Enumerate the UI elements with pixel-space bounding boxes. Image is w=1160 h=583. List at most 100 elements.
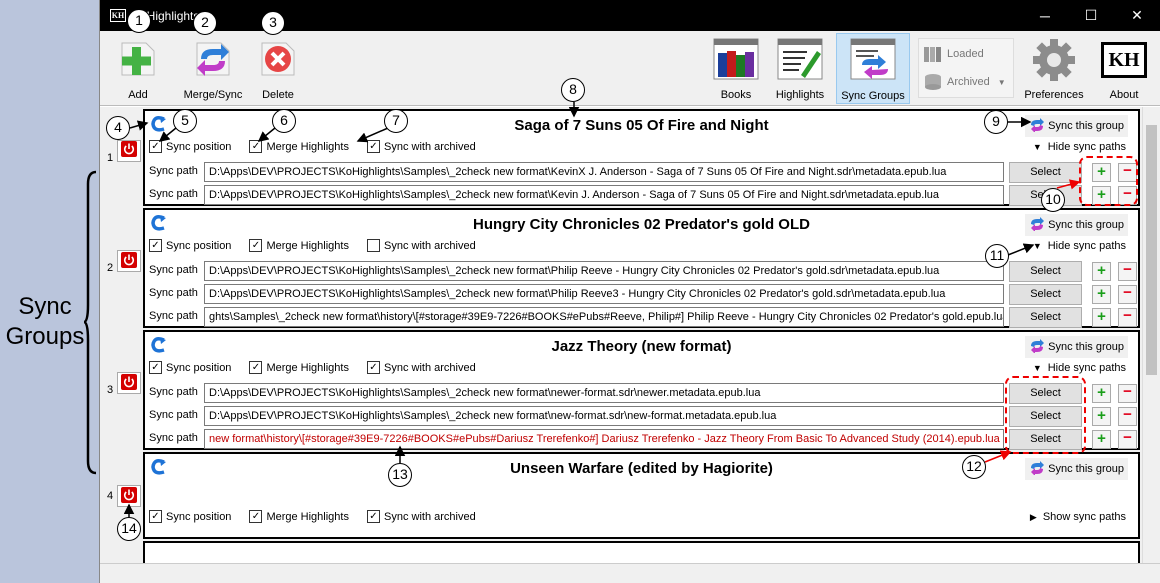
group-title: Unseen Warfare (edited by Hagiorite) [510, 460, 773, 477]
sync-path-label: Sync path [149, 409, 198, 421]
sync-icon [1029, 216, 1045, 234]
sync-path-row: Sync path D:\Apps\DEV\PROJECTS\KoHighligh… [149, 283, 1139, 306]
sync-path-field[interactable]: D:\Apps\DEV\PROJECTS\KoHighlights\Sample… [204, 185, 1004, 205]
sync-path-field[interactable]: D:\Apps\DEV\PROJECTS\KoHighlights\Sample… [204, 162, 1004, 182]
archived-dropdown-icon[interactable]: ▼ [998, 78, 1006, 87]
highlights-icon [777, 38, 823, 80]
merge-sync-button[interactable]: Merge/Sync [178, 33, 248, 103]
sync-position-checkbox[interactable]: ✓ [149, 361, 162, 374]
toggle-sync-paths[interactable]: ▼ Hide sync paths [1033, 240, 1126, 252]
sync-archived-label: Sync with archived [383, 510, 476, 523]
archived-option[interactable]: Archived ▼ [923, 73, 1006, 91]
sync-group-card: Hungry City Chronicles 02 Predator's gol… [143, 208, 1140, 328]
sync-groups-annotation: Sync Groups [5, 293, 85, 350]
toggle-sync-paths[interactable]: ▼ Hide sync paths [1033, 141, 1126, 153]
scrollbar-thumb[interactable] [1146, 125, 1157, 375]
about-button[interactable]: KH About [1096, 35, 1152, 103]
sync-groups-list: 1 Saga of 7 Suns 05 Of Fire and Night Sync… [100, 107, 1142, 567]
select-path-button[interactable]: Select [1009, 162, 1082, 183]
add-path-button[interactable]: + [1092, 262, 1111, 281]
status-bar [100, 563, 1160, 583]
sync-path-row: Sync path ghts\Samples\_2check new format… [149, 306, 1139, 329]
remove-path-button[interactable]: − [1118, 430, 1137, 449]
toggle-sync-paths[interactable]: ▼ Hide sync paths [1033, 362, 1126, 374]
group-number: 2 [106, 262, 114, 274]
brace-annotation [84, 170, 97, 475]
add-path-button[interactable]: + [1092, 308, 1111, 327]
remove-path-button[interactable]: − [1118, 285, 1137, 304]
sync-this-group-button[interactable]: Sync this group [1025, 115, 1128, 137]
merge-sync-icon [196, 42, 230, 76]
add-path-button[interactable]: + [1092, 285, 1111, 304]
callout-11: 11 [985, 244, 1009, 268]
preferences-button[interactable]: Preferences [1020, 35, 1088, 103]
sync-archived-checkbox[interactable]: ✓ [366, 140, 380, 153]
callout-10: 10 [1041, 188, 1065, 212]
group-enable-toggle[interactable] [117, 250, 141, 272]
sync-position-checkbox[interactable]: ✓ [149, 239, 162, 252]
sync-path-field[interactable]: D:\Apps\DEV\PROJECTS\KoHighlights\Sample… [204, 406, 1004, 426]
sync-path-row: Sync path D:\Apps\DEV\PROJECTS\KoHighligh… [149, 382, 1139, 405]
sync-this-group-label: Sync this group [1048, 341, 1124, 353]
group-options: ✓ Sync position ✓ Merge Highlights Sync with… [149, 239, 494, 252]
sync-path-label: Sync path [149, 165, 198, 177]
toggle-sync-paths[interactable]: ▶ Show sync paths [1030, 511, 1126, 523]
vertical-scrollbar[interactable] [1142, 107, 1160, 567]
callout-3: 3 [261, 11, 285, 35]
highlights-tab[interactable]: Highlights [770, 35, 830, 103]
callout-2: 2 [193, 11, 217, 35]
close-window-button[interactable]: ✕ [1114, 0, 1160, 31]
archived-label: Archived [947, 76, 990, 88]
select-path-button[interactable]: Select [1009, 307, 1082, 328]
books-tab[interactable]: Books [708, 35, 764, 103]
sync-path-field[interactable]: D:\Apps\DEV\PROJECTS\KoHighlights\Sample… [204, 261, 1004, 281]
add-button[interactable]: Add [108, 33, 168, 103]
group-number: 3 [106, 384, 114, 396]
sync-this-group-button[interactable]: Sync this group [1025, 336, 1128, 358]
group-enable-toggle[interactable] [117, 485, 141, 507]
sync-archived-checkbox[interactable]: ✓ [366, 361, 380, 374]
sync-position-checkbox[interactable]: ✓ [149, 140, 162, 153]
group-enable-toggle[interactable] [117, 139, 141, 162]
toggle-sync-paths-label: Hide sync paths [1047, 141, 1126, 153]
remove-path-button[interactable]: − [1118, 262, 1137, 281]
sync-this-group-button[interactable]: Sync this group [1025, 458, 1128, 480]
minimize-button[interactable]: ─ [1022, 0, 1068, 31]
sync-group-card: Jazz Theory (new format) Sync this group ✓… [143, 330, 1140, 450]
merge-highlights-checkbox[interactable]: ✓ [249, 239, 263, 252]
sync-path-field[interactable]: D:\Apps\DEV\PROJECTS\KoHighlights\Sample… [204, 383, 1004, 403]
sync-path-row: Sync path D:\Apps\DEV\PROJECTS\KoHighligh… [149, 405, 1139, 428]
sync-position-checkbox[interactable]: ✓ [149, 510, 162, 523]
sync-archived-checkbox[interactable] [366, 239, 380, 252]
delete-button[interactable]: Delete [250, 33, 306, 103]
callout-4: 4 [106, 116, 130, 140]
merge-highlights-checkbox[interactable]: ✓ [249, 510, 263, 523]
add-path-button[interactable]: + [1092, 384, 1111, 403]
sync-group-row: 3 Jazz Theory (new format) Sync this group… [100, 330, 1142, 450]
group-number: 4 [106, 489, 114, 502]
select-path-button[interactable]: Select [1009, 284, 1082, 305]
select-path-button[interactable]: Select [1009, 261, 1082, 282]
sync-group-card: Unseen Warfare (edited by Hagiorite) Sync… [143, 452, 1140, 539]
sync-archived-checkbox[interactable]: ✓ [366, 510, 380, 523]
sync-path-field[interactable]: D:\Apps\DEV\PROJECTS\KoHighlights\Sample… [204, 284, 1004, 304]
merge-highlights-checkbox[interactable]: ✓ [249, 140, 263, 153]
group-enable-toggle[interactable] [117, 372, 141, 394]
loaded-option[interactable]: Loaded [923, 45, 984, 63]
add-path-button[interactable]: + [1092, 407, 1111, 426]
toggle-sync-paths-label: Show sync paths [1042, 511, 1126, 523]
power-icon [121, 251, 137, 271]
sync-path-field[interactable]: new format\history\[#storage#39E9-7226#B… [204, 429, 1004, 449]
merge-highlights-checkbox[interactable]: ✓ [249, 361, 263, 374]
triangle-down-icon: ▼ [1032, 241, 1042, 251]
add-path-button[interactable]: + [1092, 430, 1111, 449]
remove-path-button[interactable]: − [1118, 407, 1137, 426]
remove-path-button[interactable]: − [1118, 384, 1137, 403]
sync-path-field[interactable]: ghts\Samples\_2check new format\history\… [204, 307, 1004, 327]
sync-this-group-button[interactable]: Sync this group [1025, 214, 1128, 236]
merge-highlights-label: Merge Highlights [266, 510, 349, 523]
sync-path-row: Sync path new format\history\[#storage#39… [149, 428, 1139, 451]
remove-path-button[interactable]: − [1118, 308, 1137, 327]
sync-groups-tab[interactable]: Sync Groups [836, 33, 910, 104]
maximize-button[interactable]: ☐ [1068, 0, 1114, 31]
